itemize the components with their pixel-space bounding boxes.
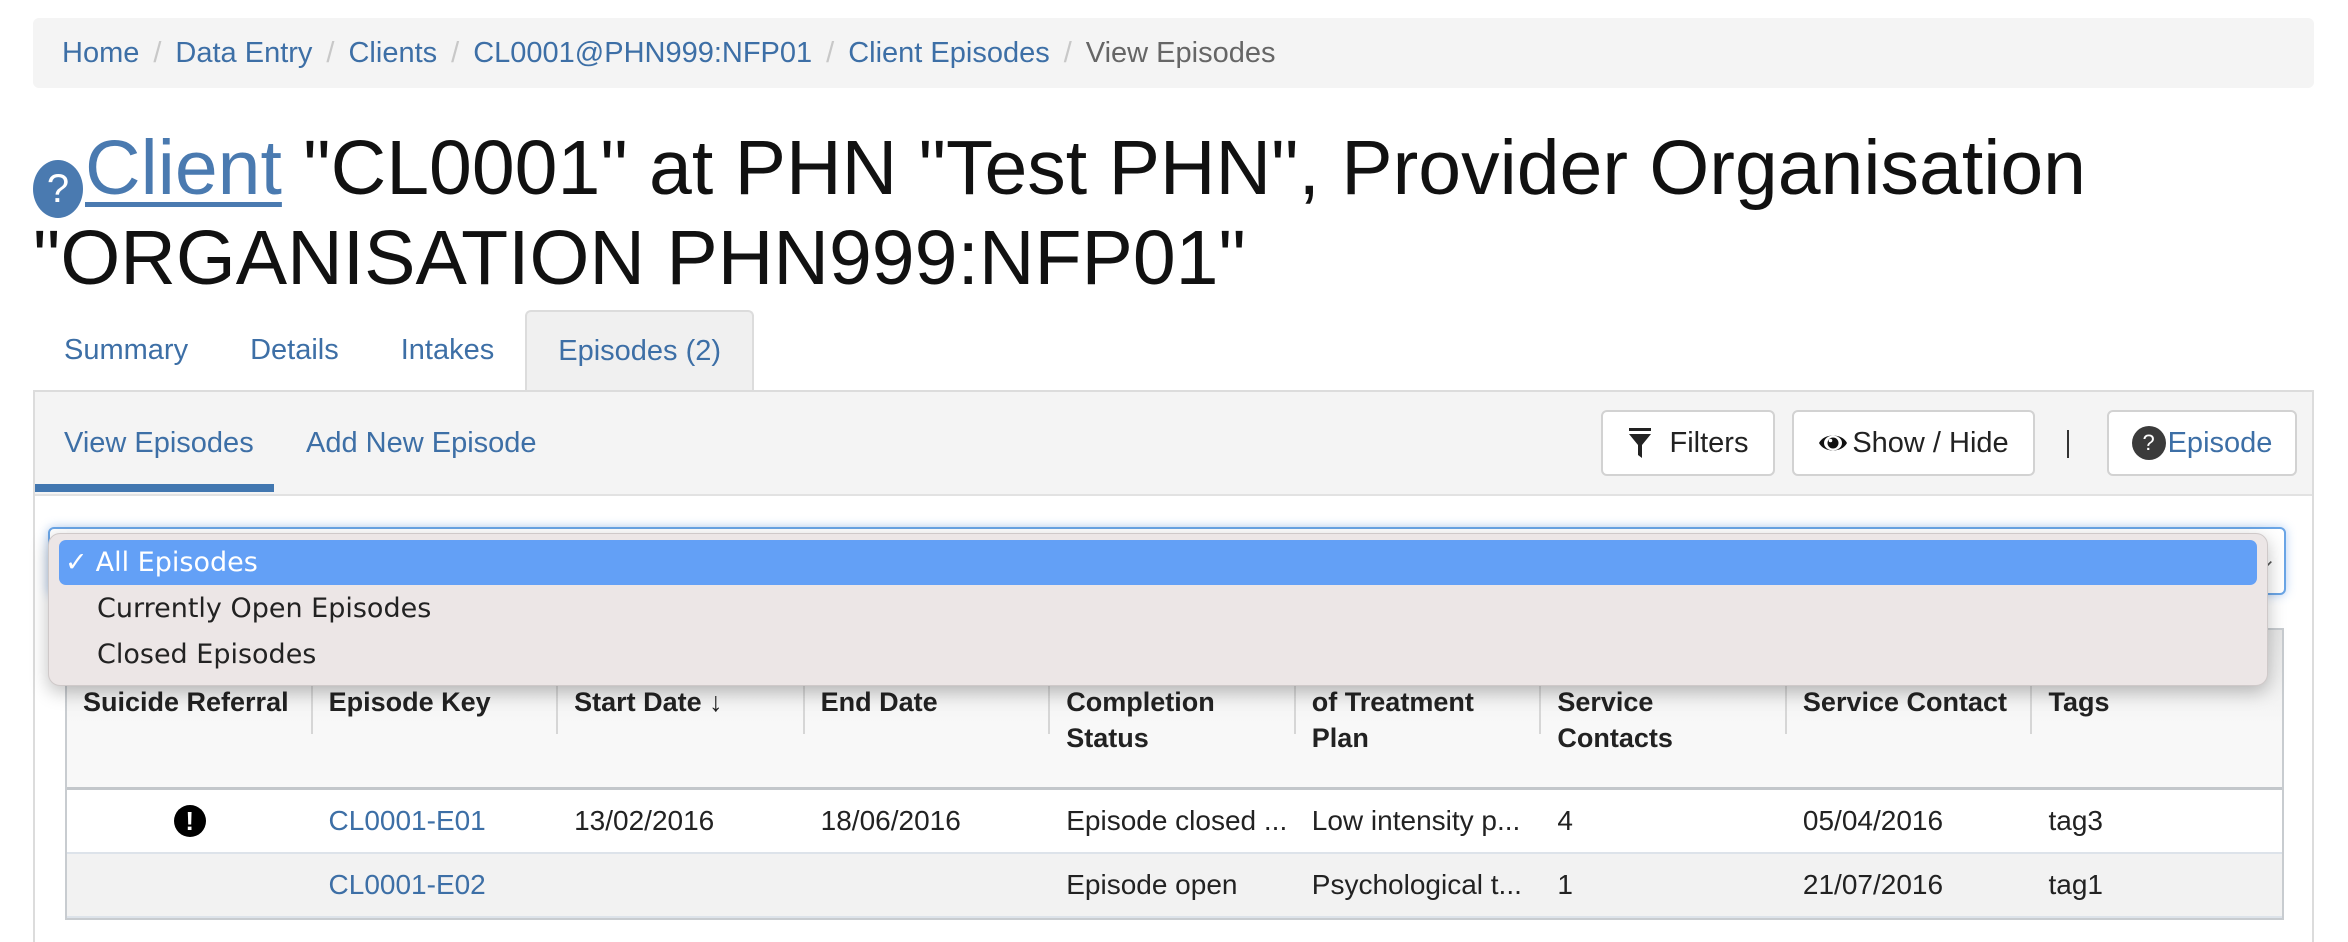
- funnel-icon: [1628, 428, 1651, 458]
- treatment-plan-cell: Psychological t...: [1311, 869, 1522, 900]
- breadcrumb-home[interactable]: Home: [62, 37, 139, 70]
- option-currently-open-episodes[interactable]: Currently Open Episodes: [59, 586, 2257, 631]
- breadcrumb-client[interactable]: CL0001@PHN999:NFP01: [473, 37, 812, 70]
- tab-episodes[interactable]: Episodes (2): [525, 310, 755, 391]
- tags-cell: tag3: [2048, 805, 2103, 836]
- option-closed-episodes[interactable]: Closed Episodes: [59, 632, 2257, 677]
- episode-key-cell: CL0001-E02: [313, 869, 559, 901]
- tab-details[interactable]: Details: [219, 310, 370, 391]
- show-hide-label: Show / Hide: [1852, 426, 2009, 459]
- episode-key-cell: CL0001-E01: [313, 805, 559, 837]
- service-contacts-cell: 1: [1557, 869, 1573, 900]
- completion-status-cell: Episode open: [1066, 869, 1238, 900]
- tags-cell: tag1: [2048, 869, 2103, 900]
- breadcrumb-client-episodes[interactable]: Client Episodes: [848, 37, 1050, 70]
- episode-key-link[interactable]: CL0001-E02: [329, 869, 486, 900]
- breadcrumb-separator: /: [1063, 36, 1072, 69]
- checkmark-icon: ✓: [65, 547, 88, 578]
- episode-help-label: Episode: [2167, 426, 2273, 459]
- eye-icon: [1819, 435, 1848, 451]
- client-link[interactable]: Client: [85, 125, 282, 211]
- treatment-plan-cell: Low intensity p...: [1311, 805, 1521, 836]
- client-tabs: Summary Details Intakes Episodes (2): [33, 310, 755, 391]
- breadcrumb-separator: /: [153, 36, 162, 69]
- episode-key-link[interactable]: CL0001-E01: [329, 805, 486, 836]
- title-text-line1: "CL0001" at PHN "Test PHN", Provider Org…: [281, 125, 2086, 211]
- table-row[interactable]: ! CL0001-E01 13/02/2016 18/06/2016 Episo…: [67, 790, 2282, 854]
- episode-help-button[interactable]: ? Episode: [2107, 410, 2297, 476]
- show-hide-button[interactable]: Show / Hide: [1792, 410, 2035, 476]
- breadcrumb-clients[interactable]: Clients: [348, 37, 437, 70]
- page-title: ? Client "CL0001" at PHN "Test PHN", Prov…: [33, 128, 2313, 298]
- breadcrumb-separator: /: [326, 36, 335, 69]
- breadcrumb: Home / Data Entry / Clients / CL0001@PHN…: [33, 18, 2314, 88]
- end-date-cell: 18/06/2016: [820, 805, 961, 836]
- completion-status-cell: Episode closed ...: [1066, 805, 1288, 836]
- start-date-cell: 13/02/2016: [574, 805, 715, 836]
- title-text-line2: "ORGANISATION PHN999:NFP01": [33, 215, 1246, 301]
- table-row[interactable]: CL0001-E02 Episode open Psychological t.…: [67, 854, 2282, 918]
- breadcrumb-separator: /: [826, 36, 835, 69]
- subtab-view-episodes[interactable]: View Episodes: [35, 392, 274, 494]
- tab-intakes[interactable]: Intakes: [370, 310, 526, 391]
- episodes-subnav: View Episodes Add New Episode Filters Sh…: [35, 392, 2312, 496]
- breadcrumb-data-entry[interactable]: Data Entry: [175, 37, 312, 70]
- filters-button[interactable]: Filters: [1601, 410, 1775, 476]
- suicide-referral-cell: !: [67, 805, 313, 837]
- toolbar-divider: [2067, 430, 2069, 458]
- last-contact-cell: 05/04/2016: [1802, 805, 1944, 836]
- service-contacts-cell: 4: [1557, 805, 1573, 836]
- episode-filter-dropdown: ✓ All Episodes Currently Open Episodes C…: [48, 533, 2268, 686]
- breadcrumb-separator: /: [451, 36, 460, 69]
- subtab-add-new-episode[interactable]: Add New Episode: [306, 392, 537, 494]
- filters-label: Filters: [1669, 426, 1749, 459]
- tab-summary[interactable]: Summary: [33, 310, 219, 391]
- question-icon: ?: [2131, 426, 2166, 460]
- option-label: All Episodes: [95, 547, 258, 578]
- breadcrumb-current: View Episodes: [1085, 36, 1276, 69]
- exclamation-icon: !: [173, 805, 206, 837]
- last-contact-cell: 21/07/2016: [1802, 869, 1944, 900]
- help-icon[interactable]: ?: [33, 160, 83, 218]
- option-all-episodes[interactable]: ✓ All Episodes: [59, 540, 2257, 585]
